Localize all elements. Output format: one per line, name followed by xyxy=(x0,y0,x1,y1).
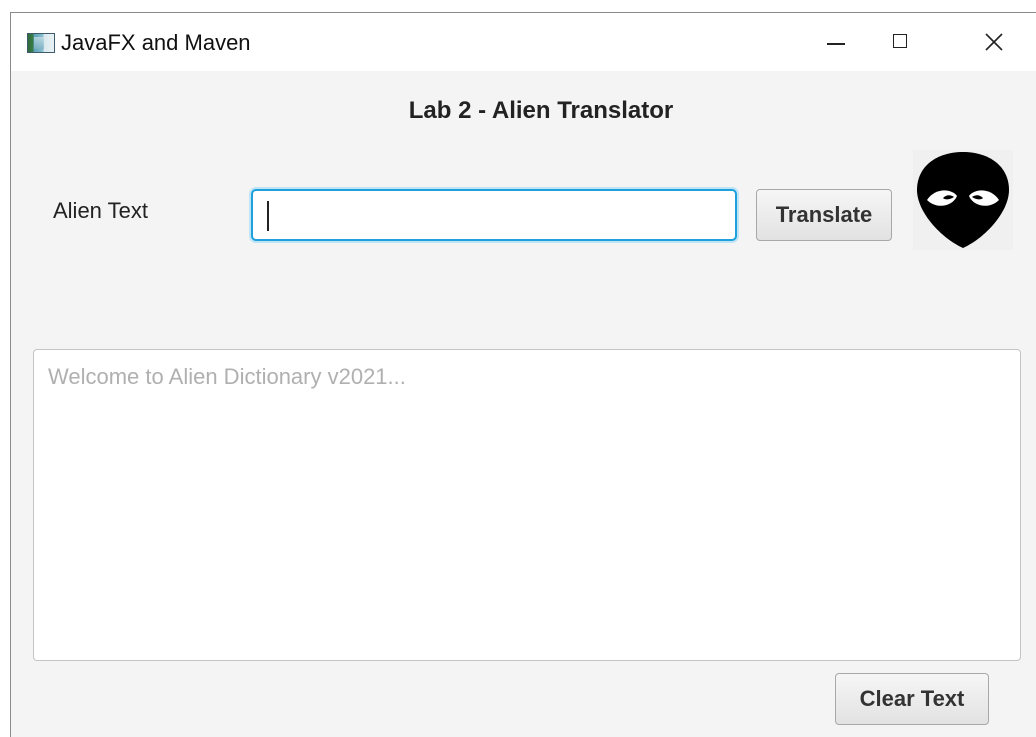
output-text-area[interactable] xyxy=(33,349,1021,661)
clear-text-button[interactable]: Clear Text xyxy=(835,673,989,725)
text-caret xyxy=(267,201,269,231)
page-title: Lab 2 - Alien Translator xyxy=(408,97,674,124)
close-icon xyxy=(985,33,1003,51)
alien-head-icon xyxy=(917,152,1009,248)
translate-button[interactable]: Translate xyxy=(756,189,892,241)
app-window: JavaFX and Maven Lab 2 - Alien Translato… xyxy=(10,12,1036,737)
minimize-icon xyxy=(827,43,845,45)
alien-text-label: Alien Text xyxy=(53,198,148,223)
maximize-button[interactable] xyxy=(855,13,947,71)
alien-text-input[interactable] xyxy=(251,189,737,241)
window-title: JavaFX and Maven xyxy=(61,30,251,55)
alien-image xyxy=(913,150,1013,250)
title-bar[interactable]: JavaFX and Maven xyxy=(11,13,1036,71)
close-button[interactable] xyxy=(946,13,1036,71)
maximize-icon xyxy=(893,34,907,48)
javafx-app-icon xyxy=(27,33,55,53)
